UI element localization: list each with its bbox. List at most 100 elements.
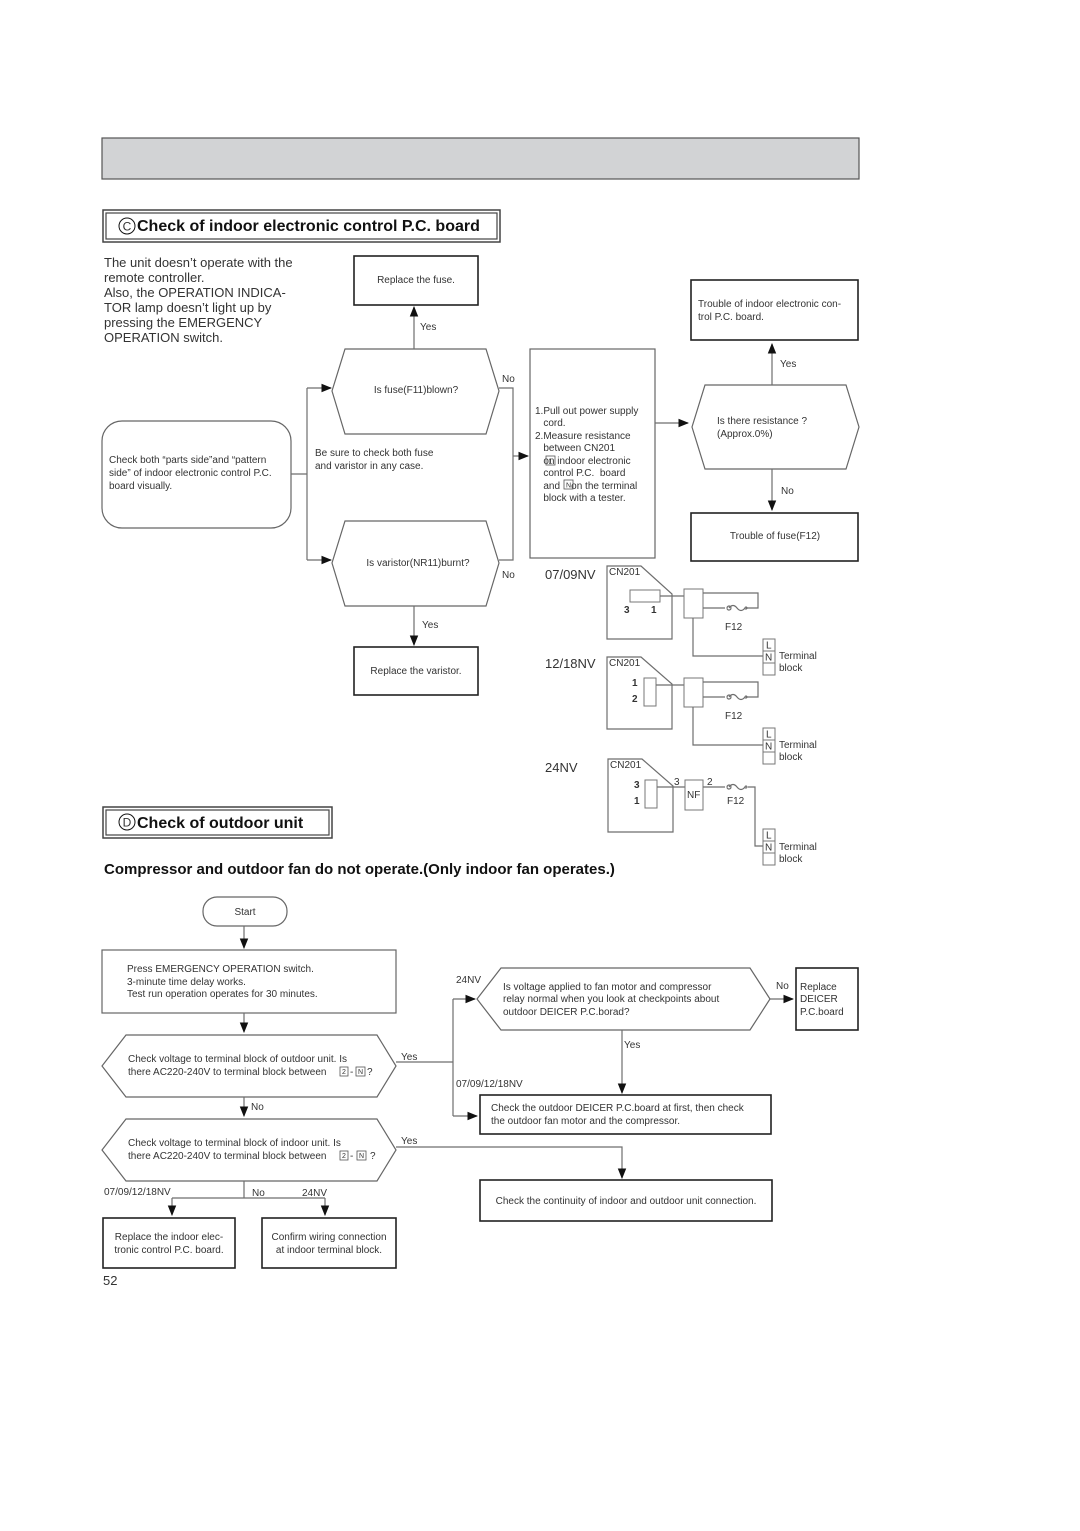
box-text: Trouble of fuse(F12) (730, 531, 820, 542)
decision-text: Check voltage to terminal block of indoo… (128, 1138, 341, 1149)
yes-label: Yes (420, 322, 436, 333)
no-label: No (502, 374, 515, 385)
fuse-symbol (726, 783, 748, 791)
decision-text: relay normal when you look at checkpoint… (503, 994, 719, 1005)
terminal-label: block (779, 854, 803, 865)
relay-block (683, 677, 704, 708)
box-text: the outdoor fan motor and the compressor… (491, 1116, 680, 1127)
box-text: block with a tester. (535, 493, 626, 504)
section-c-title: Check of indoor electronic control P.C. … (137, 218, 480, 235)
pin-label: 3 (624, 605, 630, 616)
terminal-L: L (766, 730, 772, 741)
decision-varistor-burnt: Is varistor(NR11)burnt? (331, 520, 500, 607)
box-text: DEICER (800, 994, 838, 1005)
box-text: Test run operation operates for 30 minut… (127, 989, 318, 1000)
terminal-label: N (566, 483, 571, 490)
connector-label: CN201 (609, 567, 641, 578)
box-text: board visually. (109, 481, 172, 492)
measure-resistance-box: 1.Pull out power supply cord. 2.Measure … (529, 348, 656, 559)
symptom-line: OPERATION switch. (104, 330, 223, 345)
box-text: P.C.board (800, 1007, 844, 1018)
relay-block (683, 588, 704, 619)
box-text: trol P.C. board. (698, 312, 764, 323)
terminal-label: Terminal (779, 842, 817, 853)
wiring-diagram-24nv: 24NV CN201 3 1 3 NF 2 F12 L N Terminal b… (545, 758, 817, 866)
header-bar (101, 137, 860, 180)
terminal-2: 2 (342, 1153, 346, 1160)
terminal-L: L (766, 831, 772, 842)
terminal-N: N (765, 843, 772, 854)
decision-indoor-voltage: Check voltage to terminal block of indoo… (101, 1118, 397, 1182)
fuse-symbol (726, 604, 748, 612)
model-label: 12/18NV (545, 656, 596, 671)
box-text: cord. (535, 418, 566, 429)
box-text: tronic control P.C. board. (114, 1245, 223, 1256)
arrow (396, 1146, 627, 1180)
terminal-label: block (779, 752, 803, 763)
yes-label: Yes (401, 1136, 417, 1147)
section-c-heading: C Check of indoor electronic control P.C… (102, 209, 501, 243)
wire (748, 786, 763, 847)
symptom-line: pressing the EMERGENCY (104, 315, 263, 330)
symptom-line: TOR lamp doesn’t light up by (104, 300, 272, 315)
decision-text: (Approx.0%) (717, 429, 773, 440)
decision-text: there AC220-240V to terminal block betwe… (128, 1151, 326, 1162)
no-label: No (502, 570, 515, 581)
box-text: Check the continuity of indoor and outdo… (496, 1196, 757, 1207)
decision-text: Check voltage to terminal block of outdo… (128, 1054, 347, 1065)
plug (643, 677, 657, 707)
section-d-heading: D Check of outdoor unit (102, 806, 333, 839)
symptom-line: remote controller. (104, 270, 204, 285)
decision-outdoor-voltage: Check voltage to terminal block of outdo… (101, 1034, 397, 1098)
fuse-symbol (726, 693, 748, 701)
start-terminal: Start (202, 896, 288, 927)
emergency-operation-box: Press EMERGENCY OPERATION switch. 3-minu… (101, 949, 397, 1014)
symptom-text: The unit doesn’t operate with the remote… (104, 255, 293, 345)
box-text: and on the terminal (535, 481, 637, 492)
section-d-subtitle: Compressor and outdoor fan do not operat… (104, 861, 615, 878)
model-label: 07/09/12/18NV (104, 1187, 171, 1198)
decision-text: outdoor DEICER P.C.borad? (503, 1007, 630, 1018)
replace-indoor-board-box: Replace the indoor elec- tronic control … (102, 1217, 236, 1269)
plug (644, 779, 658, 809)
box-text: control P.C. board (535, 468, 625, 479)
box-text: 3-minute time delay works. (127, 977, 246, 988)
box-text: Check the outdoor DEICER P.C.board at fi… (491, 1103, 745, 1114)
terminal-N: N (359, 1153, 364, 1160)
pin-label: 2 (632, 694, 638, 705)
no-label: No (776, 981, 789, 992)
terminal-N: N (765, 653, 772, 664)
wiring-diagram-12-18nv: 12/18NV CN201 1 2 F12 L N Terminal block (545, 656, 817, 765)
trouble-board-box: Trouble of indoor electronic con- trol P… (690, 279, 859, 341)
yes-label: Yes (422, 620, 438, 631)
check-continuity-box: Check the continuity of indoor and outdo… (479, 1179, 773, 1222)
pin-label: 3 (674, 777, 680, 788)
box-text: Press EMERGENCY OPERATION switch. (127, 964, 314, 975)
decision-text: Is there resistance ? (717, 416, 807, 427)
replace-varistor-box: Replace the varistor. (353, 646, 479, 696)
yes-label: Yes (624, 1040, 640, 1051)
note-text: Be sure to check both fuse (315, 448, 434, 459)
box-text: Check both “parts side”and “pattern (109, 455, 266, 466)
dash: - (350, 1151, 353, 1162)
connector-line (291, 388, 308, 560)
terminal-2: 2 (342, 1069, 346, 1076)
symptom-line: Also, the OPERATION INDICA- (104, 285, 286, 300)
decision-text: ? (367, 1067, 373, 1078)
pin-label: 1 (549, 459, 553, 466)
no-label: No (781, 486, 794, 497)
decision-text: ? (370, 1151, 376, 1162)
page-number: 52 (103, 1273, 117, 1288)
terminal-N: N (765, 742, 772, 753)
box-text: side” of indoor electronic control P.C. (109, 468, 272, 479)
no-label: No (251, 1102, 264, 1113)
decision-text: there AC220-240V to terminal block betwe… (128, 1067, 326, 1078)
decision-text: Is voltage applied to fan motor and comp… (503, 982, 712, 993)
section-d-letter: D (123, 816, 132, 830)
decision-deicer-voltage: Is voltage applied to fan motor and comp… (476, 967, 771, 1031)
box-text: Replace the varistor. (370, 666, 461, 677)
yes-label: Yes (401, 1052, 417, 1063)
box-text: Replace (800, 982, 837, 993)
replace-deicer-box: Replace DEICER P.C.board (795, 967, 859, 1031)
terminal-label: Terminal (779, 740, 817, 751)
